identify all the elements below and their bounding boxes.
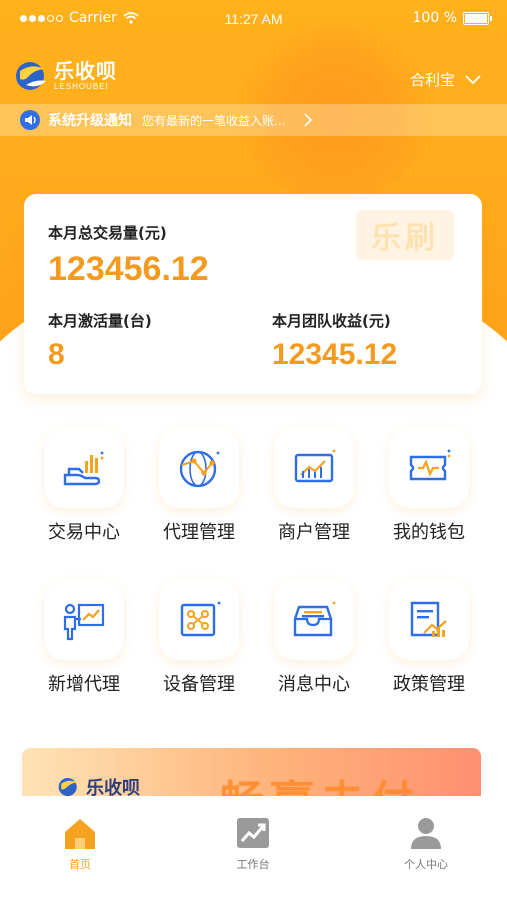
account-switcher[interactable]: 合利宝 [410, 69, 481, 90]
banner-headline: 畅赢未付 [220, 766, 420, 796]
menu-icon-box [389, 580, 469, 660]
menu-item-merchant-management[interactable]: 商户管理 [254, 428, 374, 544]
chevron-down-icon [465, 74, 481, 84]
banner-logo: 乐收呗 [56, 774, 140, 796]
menu-item-policy-management[interactable]: 政策管理 [369, 580, 489, 696]
presenter-icon [63, 603, 105, 641]
globe-network-icon [179, 450, 220, 488]
menu-item-my-wallet[interactable]: 我的钱包 [369, 428, 489, 544]
chevron-right-icon [304, 113, 313, 127]
status-bar: Carrier 11:27 AM 100 % [0, 8, 507, 32]
watermark-logo: 乐刷 [356, 210, 454, 260]
menu-item-message-center[interactable]: 消息中心 [254, 580, 374, 696]
banner-logo-icon [58, 777, 77, 796]
tab-profile[interactable]: 个人中心 [366, 816, 486, 872]
battery-label: 100 % [412, 10, 457, 26]
logo-english: LESHOUBEI [54, 82, 109, 91]
device-nodes-icon [180, 601, 221, 637]
tab-home[interactable]: 首页 [20, 816, 140, 872]
activation-label: 本月激活量(台) [48, 312, 152, 330]
monitor-chart-icon [294, 449, 336, 483]
stats-card: 乐刷 本月总交易量(元) 123456.12 本月激活量(台) 8 本月团队收益… [24, 194, 482, 394]
menu-icon-box [44, 428, 124, 508]
menu-icon-box [159, 580, 239, 660]
menu-item-label: 我的钱包 [393, 522, 465, 543]
activation-value: 8 [48, 338, 65, 371]
home-icon [65, 819, 95, 849]
logo-mark-icon [16, 62, 46, 90]
menu-item-trading-center[interactable]: 交易中心 [24, 428, 144, 544]
trend-chart-icon [237, 818, 269, 848]
menu-icon-box [274, 428, 354, 508]
team-earnings-label: 本月团队收益(元) [272, 312, 391, 330]
promo-banner[interactable]: 乐收呗 畅赢未付 [22, 748, 481, 796]
menu-item-label: 政策管理 [393, 674, 465, 695]
tab-home-label: 首页 [69, 858, 91, 871]
team-earnings-value: 12345.12 [272, 338, 398, 371]
app-logo: 乐收呗 LESHOUBEI [14, 59, 117, 93]
app-header: 乐收呗 LESHOUBEI 合利宝 [0, 55, 507, 103]
menu-item-add-agent[interactable]: 新增代理 [24, 580, 144, 696]
battery-icon [463, 11, 492, 25]
menu-item-label: 代理管理 [163, 522, 235, 543]
speaker-icon [20, 110, 40, 130]
wallet-ticket-icon [409, 449, 451, 481]
tab-workbench[interactable]: 工作台 [193, 816, 313, 872]
notice-message: 您有最新的一笔收益入账... [142, 113, 286, 128]
menu-item-device-management[interactable]: 设备管理 [139, 580, 259, 696]
logo-chinese: 乐收呗 [54, 59, 117, 83]
inbox-tray-icon [293, 601, 336, 637]
bottom-tab-bar: 首页 工作台 个人中心 [0, 796, 507, 900]
status-right: 100 % [412, 10, 492, 26]
total-volume-value: 123456.12 [48, 250, 209, 288]
tab-workbench-label: 工作台 [236, 858, 270, 871]
menu-item-label: 商户管理 [278, 522, 350, 543]
menu-item-label: 新增代理 [48, 674, 120, 695]
document-chart-icon [410, 601, 447, 637]
banner-logo-text: 乐收呗 [86, 778, 140, 796]
menu-icon-box [389, 428, 469, 508]
account-name: 合利宝 [409, 71, 455, 89]
menu-item-label: 设备管理 [163, 674, 235, 695]
menu-item-label: 交易中心 [48, 522, 120, 543]
hand-chart-icon [63, 451, 104, 486]
menu-icon-box [274, 580, 354, 660]
user-icon [411, 818, 441, 849]
notice-bar[interactable]: 系统升级通知 您有最新的一笔收益入账... [0, 104, 507, 136]
tab-profile-label: 个人中心 [404, 858, 448, 871]
notice-title: 系统升级通知 [48, 113, 132, 129]
logo-text: 乐收呗 LESHOUBEI [54, 60, 117, 92]
menu-item-label: 消息中心 [278, 674, 350, 695]
total-volume-label: 本月总交易量(元) [48, 224, 167, 242]
menu-icon-box [44, 580, 124, 660]
menu-item-agent-management[interactable]: 代理管理 [139, 428, 259, 544]
menu-icon-box [159, 428, 239, 508]
